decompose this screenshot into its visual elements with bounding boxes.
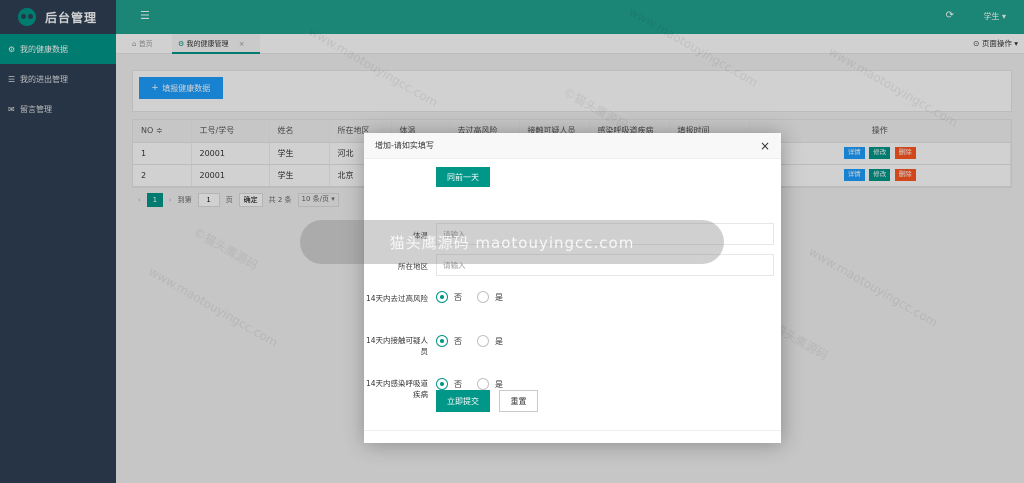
radio-icon — [477, 378, 489, 390]
radio-label: 是 — [495, 336, 503, 346]
reset-button[interactable]: 重置 — [499, 390, 538, 412]
contact-no-radio[interactable]: 否 — [436, 335, 462, 347]
infection-label: 14天内感染呼吸道疾病 — [365, 379, 428, 399]
contact-yes-radio[interactable]: 是 — [477, 335, 503, 347]
radio-icon — [436, 378, 448, 390]
contact-label: 14天内接触可疑人员 — [365, 336, 428, 356]
dialog-header: 增加-请如实填写 × — [364, 133, 781, 159]
radio-icon — [436, 291, 448, 303]
dialog-body: 同前一天 体温 所在地区 14天内去过高风险 否 是 14天内接触可疑人员 否 … — [364, 159, 781, 431]
radio-label: 否 — [454, 292, 462, 302]
high-risk-no-radio[interactable]: 否 — [436, 291, 462, 303]
radio-label: 否 — [454, 379, 462, 389]
radio-icon — [477, 291, 489, 303]
radio-label: 是 — [495, 379, 503, 389]
radio-label: 否 — [454, 336, 462, 346]
submit-button[interactable]: 立即提交 — [436, 390, 490, 412]
high-risk-yes-radio[interactable]: 是 — [477, 291, 503, 303]
watermark-band: 猫头鹰源码 maotouyingcc.com — [300, 220, 724, 264]
infection-yes-radio[interactable]: 是 — [477, 378, 503, 390]
close-icon[interactable]: × — [760, 133, 770, 159]
add-dialog: 增加-请如实填写 × 同前一天 体温 所在地区 14天内去过高风险 否 是 14… — [364, 133, 781, 443]
infection-no-radio[interactable]: 否 — [436, 378, 462, 390]
radio-icon — [436, 335, 448, 347]
same-as-yesterday-button[interactable]: 同前一天 — [436, 167, 490, 187]
dialog-title: 增加-请如实填写 — [375, 141, 434, 150]
high-risk-label: 14天内去过高风险 — [365, 294, 428, 303]
radio-icon — [477, 335, 489, 347]
radio-label: 是 — [495, 292, 503, 302]
